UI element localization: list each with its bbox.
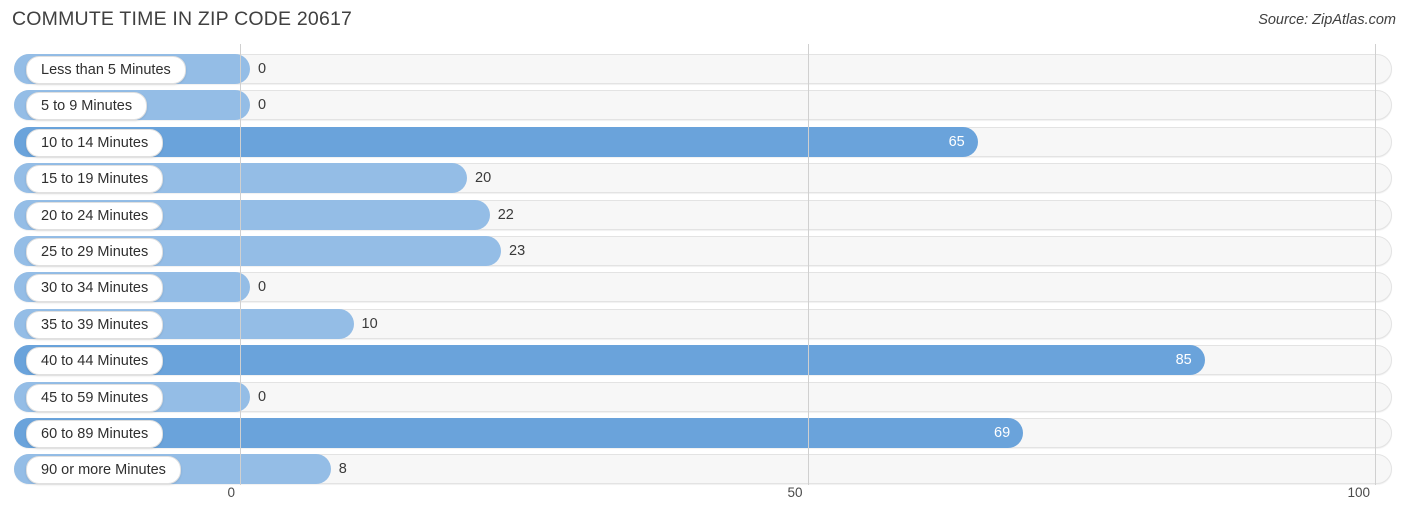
bar-value-label: 0 <box>258 61 267 77</box>
table-row[interactable]: 23 25 to 29 Minutes <box>14 236 1392 266</box>
table-row[interactable]: 8 90 or more Minutes <box>14 454 1392 485</box>
table-row[interactable]: 65 10 to 14 Minutes <box>14 126 1392 157</box>
bar-value-label: 10 <box>361 315 378 332</box>
table-row[interactable]: 0 5 to 9 Minutes <box>14 90 1392 121</box>
source-attribution: Source: ZipAtlas.com <box>1258 12 1396 28</box>
category-label: Less than 5 Minutes <box>26 56 186 84</box>
bar-value-label: 0 <box>258 97 267 114</box>
x-axis-tick: 50 <box>787 485 803 500</box>
category-label: 10 to 14 Minutes <box>26 128 164 157</box>
table-row[interactable]: 22 20 to 24 Minutes <box>14 199 1392 230</box>
bar-value-label: 23 <box>509 243 526 259</box>
table-row[interactable]: 10 35 to 39 Minutes <box>14 308 1392 339</box>
bar-value-label: 0 <box>258 279 267 296</box>
table-row[interactable]: 69 60 to 89 Minutes <box>14 418 1392 448</box>
category-label: 90 or more Minutes <box>26 456 181 485</box>
category-label: 45 to 59 Minutes <box>26 383 164 412</box>
bar-value-label: 69 <box>994 425 1011 441</box>
chart-plot-area: 0 Less than 5 Minutes 0 5 to 9 Minutes 65 10 … <box>0 44 1406 485</box>
bar-value-label: 20 <box>475 170 492 187</box>
bar[interactable]: 69 <box>14 418 1024 448</box>
category-label: 5 to 9 Minutes <box>26 92 148 121</box>
bar-value-label: 22 <box>497 206 514 223</box>
category-label: 60 to 89 Minutes <box>26 420 164 448</box>
x-axis: 0 50 100 <box>0 485 1406 515</box>
table-row[interactable]: 0 30 to 34 Minutes <box>14 272 1392 303</box>
x-axis-tick: 100 <box>1347 485 1370 500</box>
category-label: 40 to 44 Minutes <box>26 347 164 376</box>
bar[interactable]: 85 <box>14 345 1205 376</box>
chart-header: COMMUTE TIME IN ZIP CODE 20617 Source: Z… <box>0 0 1406 44</box>
x-axis-tick: 0 <box>227 485 235 500</box>
bar-value-label: 0 <box>258 388 267 405</box>
table-row[interactable]: 85 40 to 44 Minutes <box>14 345 1392 376</box>
table-row[interactable]: 0 45 to 59 Minutes <box>14 381 1392 412</box>
bar-value-label: 85 <box>1175 352 1192 369</box>
page-title: COMMUTE TIME IN ZIP CODE 20617 <box>12 8 353 30</box>
table-row[interactable]: 0 Less than 5 Minutes <box>14 54 1392 84</box>
bar-value-label: 8 <box>338 461 347 478</box>
category-label: 20 to 24 Minutes <box>26 201 164 230</box>
table-row[interactable]: 20 15 to 19 Minutes <box>14 163 1392 194</box>
category-label: 15 to 19 Minutes <box>26 165 164 194</box>
category-label: 35 to 39 Minutes <box>26 310 164 339</box>
bar-value-label: 65 <box>948 133 965 150</box>
category-label: 25 to 29 Minutes <box>26 238 164 266</box>
category-label: 30 to 34 Minutes <box>26 274 164 303</box>
